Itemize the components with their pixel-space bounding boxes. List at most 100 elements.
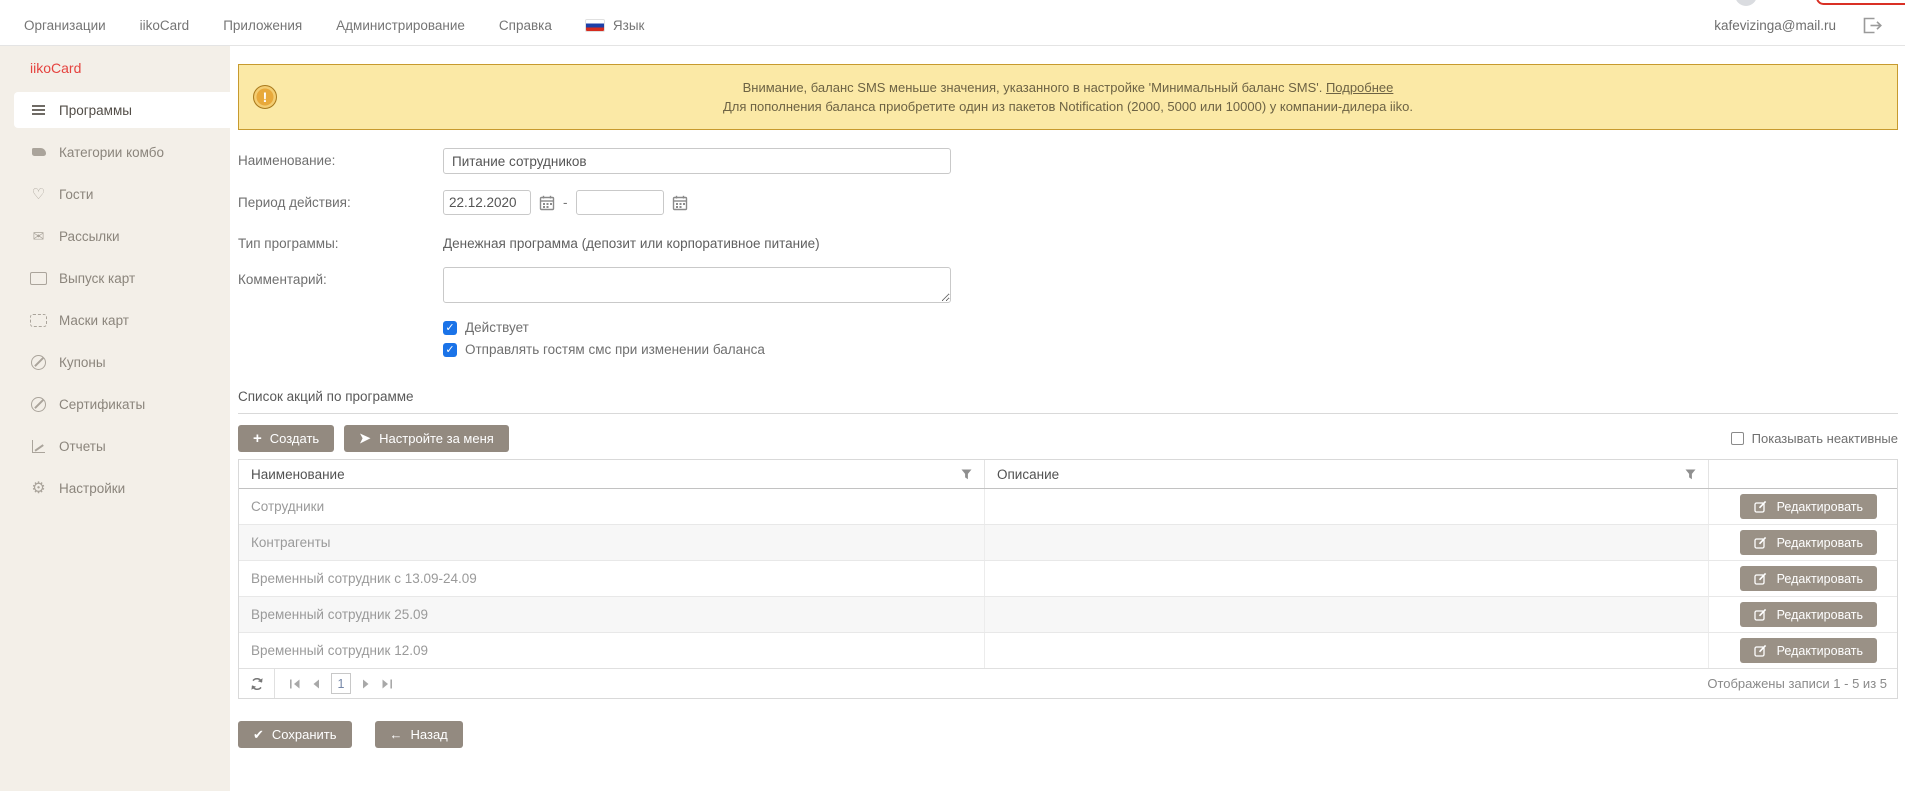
last-page-button[interactable] bbox=[381, 679, 393, 689]
sidebar-item[interactable]: Отчеты bbox=[0, 428, 230, 464]
card-icon bbox=[30, 270, 47, 287]
edit-button[interactable]: Редактировать bbox=[1740, 638, 1877, 663]
first-page-icon bbox=[289, 679, 301, 689]
banner-text: Внимание, баланс SMS меньше значения, ук… bbox=[239, 78, 1897, 116]
row-name-cell: Временный сотрудник с 13.09-24.09 bbox=[239, 561, 985, 596]
banner-line2: Для пополнения баланса приобретите один … bbox=[723, 99, 1413, 114]
edit-button[interactable]: Редактировать bbox=[1740, 530, 1877, 555]
active-checkbox-label: Действует bbox=[465, 320, 529, 335]
next-page-button[interactable] bbox=[362, 679, 370, 689]
back-button-label: Назад bbox=[411, 727, 448, 742]
first-page-button[interactable] bbox=[289, 679, 301, 689]
comment-textarea[interactable] bbox=[443, 267, 951, 303]
browser-chrome-strip bbox=[0, 0, 1905, 6]
banner-line1: Внимание, баланс SMS меньше значения, ук… bbox=[743, 80, 1323, 95]
current-page-box[interactable]: 1 bbox=[331, 673, 351, 694]
sidebar-item-label: Настройки bbox=[59, 481, 125, 496]
edit-icon bbox=[1754, 608, 1767, 621]
period-label: Период действия: bbox=[238, 190, 443, 215]
configure-for-me-button[interactable]: Настройте за меня bbox=[344, 425, 509, 452]
report-icon bbox=[30, 438, 47, 455]
row-actions-cell: Редактировать bbox=[1709, 633, 1897, 668]
logout-button[interactable] bbox=[1862, 17, 1883, 34]
coupon-icon bbox=[30, 354, 47, 371]
name-filter-button[interactable] bbox=[961, 469, 972, 480]
table-row[interactable]: Временный сотрудник 25.09 Редактировать bbox=[239, 597, 1897, 633]
row-name-cell: Временный сотрудник 25.09 bbox=[239, 597, 985, 632]
sidebar-item[interactable]: Маски карт bbox=[0, 302, 230, 338]
sms-checkbox-row[interactable]: ✓ Отправлять гостям смс при изменении ба… bbox=[443, 342, 1898, 357]
sidebar-item-label: Купоны bbox=[59, 355, 106, 370]
edit-icon bbox=[1754, 500, 1767, 513]
show-inactive-toggle[interactable]: Показывать неактивные bbox=[1731, 431, 1898, 446]
edit-icon bbox=[1754, 536, 1767, 549]
list-icon bbox=[30, 102, 47, 119]
edit-button-label: Редактировать bbox=[1777, 572, 1863, 586]
sidebar-menu: Программы Категории комбо Гости Рассылки bbox=[0, 92, 230, 506]
top-nav-item[interactable]: Администрирование bbox=[336, 18, 465, 33]
top-nav-item[interactable]: iikoCard bbox=[140, 18, 190, 33]
back-button[interactable]: ← Назад bbox=[375, 721, 463, 748]
sidebar-item[interactable]: Гости bbox=[0, 176, 230, 212]
sidebar-item[interactable]: Сертификаты bbox=[0, 386, 230, 422]
row-description-cell bbox=[985, 633, 1709, 668]
edit-button[interactable]: Редактировать bbox=[1740, 494, 1877, 519]
save-button[interactable]: ✔ Сохранить bbox=[238, 721, 352, 748]
column-header-description: Описание bbox=[997, 467, 1059, 482]
period-to-input[interactable] bbox=[576, 190, 664, 215]
row-name-cell: Временный сотрудник 12.09 bbox=[239, 633, 985, 668]
sidebar-item-label: Сертификаты bbox=[59, 397, 145, 412]
program-type-value: Денежная программа (депозит или корпорат… bbox=[443, 231, 820, 251]
topbar-right: kafevizinga@mail.ru bbox=[1714, 17, 1883, 34]
top-nav-item[interactable]: Организации bbox=[24, 18, 106, 33]
table-row[interactable]: Временный сотрудник с 13.09-24.09 Редакт… bbox=[239, 561, 1897, 597]
refresh-button[interactable] bbox=[239, 669, 275, 698]
sidebar-item-label: Выпуск карт bbox=[59, 271, 135, 286]
active-checkbox[interactable]: ✓ bbox=[443, 321, 457, 335]
refresh-icon bbox=[250, 677, 264, 691]
sidebar-item[interactable]: Категории комбо bbox=[0, 134, 230, 170]
period-to-calendar-button[interactable] bbox=[672, 195, 688, 211]
column-header-name: Наименование bbox=[251, 467, 345, 482]
last-page-icon bbox=[381, 679, 393, 689]
create-button[interactable]: + Создать bbox=[238, 425, 334, 452]
name-input[interactable] bbox=[443, 148, 951, 174]
top-nav-item[interactable]: Справка bbox=[499, 18, 552, 33]
sms-checkbox[interactable]: ✓ bbox=[443, 343, 457, 357]
edit-icon bbox=[1754, 644, 1767, 657]
prev-page-icon bbox=[312, 679, 320, 689]
sidebar-item[interactable]: Выпуск карт bbox=[0, 260, 230, 296]
top-navigation-bar: Организации iikoCard Приложения Админист… bbox=[0, 6, 1905, 46]
promotions-table: Наименование Описание bbox=[238, 459, 1898, 699]
show-inactive-checkbox[interactable] bbox=[1731, 432, 1744, 445]
edit-button[interactable]: Редактировать bbox=[1740, 602, 1877, 627]
table-row[interactable]: Контрагенты Редактировать bbox=[239, 525, 1897, 561]
sidebar-item[interactable]: Программы bbox=[14, 92, 230, 128]
browser-artifact-circle bbox=[1735, 0, 1757, 6]
filter-icon bbox=[961, 469, 972, 480]
table-row[interactable]: Сотрудники Редактировать bbox=[239, 489, 1897, 525]
type-label: Тип программы: bbox=[238, 231, 443, 251]
browser-artifact-red-pill bbox=[1816, 0, 1905, 5]
save-button-label: Сохранить bbox=[272, 727, 337, 742]
top-nav-item[interactable]: Приложения bbox=[223, 18, 302, 33]
period-from-calendar-button[interactable] bbox=[539, 195, 555, 211]
banner-details-link[interactable]: Подробнее bbox=[1326, 80, 1393, 95]
edit-button-label: Редактировать bbox=[1777, 608, 1863, 622]
sidebar-item[interactable]: Рассылки bbox=[0, 218, 230, 254]
active-checkbox-row[interactable]: ✓ Действует bbox=[443, 320, 1898, 335]
description-filter-button[interactable] bbox=[1685, 469, 1696, 480]
edit-button[interactable]: Редактировать bbox=[1740, 566, 1877, 591]
prev-page-button[interactable] bbox=[312, 679, 320, 689]
top-nav-items: Организации iikoCard Приложения Админист… bbox=[24, 18, 586, 33]
records-info: Отображены записи 1 - 5 из 5 bbox=[1707, 676, 1897, 691]
pagination-bar: 1 Отображены записи 1 - 5 из 5 bbox=[239, 669, 1897, 698]
row-actions-cell: Редактировать bbox=[1709, 489, 1897, 524]
promo-section-title: Список акций по программе bbox=[238, 389, 1898, 414]
sidebar-item-label: Отчеты bbox=[59, 439, 106, 454]
table-row[interactable]: Временный сотрудник 12.09 Редактировать bbox=[239, 633, 1897, 669]
sidebar-item[interactable]: Купоны bbox=[0, 344, 230, 380]
language-menu[interactable]: Язык bbox=[586, 18, 645, 33]
sidebar-item[interactable]: Настройки bbox=[0, 470, 230, 506]
period-from-input[interactable] bbox=[443, 190, 531, 215]
